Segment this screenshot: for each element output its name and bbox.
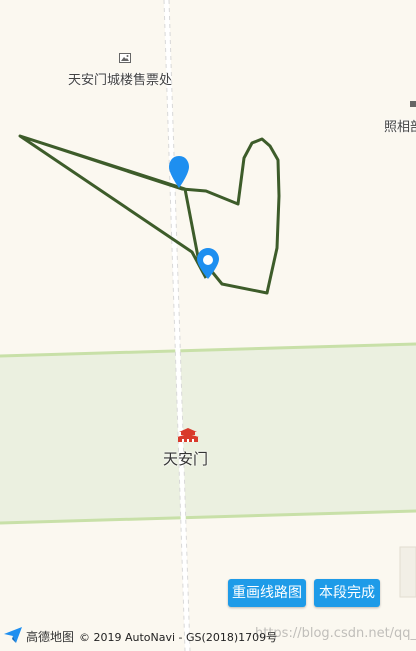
poi-tiananmen-label[interactable]: 天安门 [163,448,208,469]
camera-icon [410,101,416,107]
gate-tower-icon [177,428,199,442]
poi-ticket-office-label[interactable]: 天安门城楼售票处 [68,69,172,88]
photo-icon [119,53,131,63]
finish-segment-button[interactable]: 本段完成 [314,579,380,607]
central-road [163,0,191,651]
copyright-text: © 2019 AutoNavi - GS(2018)1709号 [79,631,278,644]
amap-logo-icon [4,627,22,643]
poi-zhaoxiang-label[interactable]: 照相部 [384,116,416,135]
map-canvas[interactable] [0,0,416,651]
route-line [18,134,281,295]
amap-logo-text: 高德地图 [26,630,75,644]
redraw-route-button[interactable]: 重画线路图 [228,579,306,607]
watermark-text: https://blog.csdn.net/qq_37514029 [255,626,416,641]
building-block [399,546,416,598]
park-area [0,343,416,524]
